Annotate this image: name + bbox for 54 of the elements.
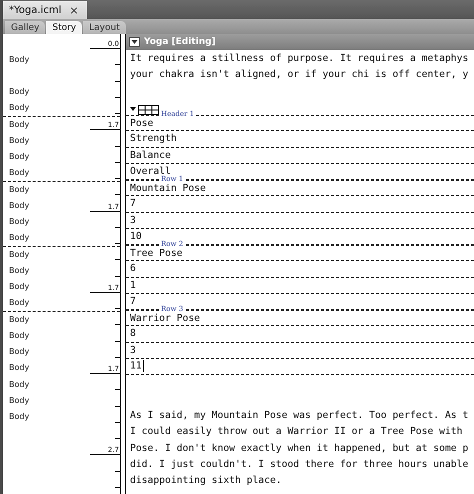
paragraph-style-label: Body bbox=[8, 120, 30, 130]
story-text-line: Pose. I don't know exactly when it happened, but at some p bbox=[130, 442, 468, 454]
table-cell-text: Overall bbox=[130, 166, 171, 177]
table-cell-text: 3 bbox=[130, 344, 136, 356]
view-tab[interactable]: Story bbox=[46, 21, 82, 34]
collapse-triangle-icon[interactable] bbox=[129, 37, 140, 47]
table-cell-text: Mountain Pose bbox=[130, 182, 206, 194]
view-tab[interactable]: Galley bbox=[5, 21, 46, 34]
table-cell-text: Warrior Pose bbox=[130, 312, 200, 324]
table-cell-text: 7 bbox=[130, 296, 136, 307]
view-tab[interactable]: Layout bbox=[83, 21, 126, 34]
table-cell-text: Strength bbox=[130, 133, 177, 144]
paragraph-style-label: Body bbox=[8, 266, 30, 275]
paragraph-style-label: Body bbox=[8, 412, 30, 422]
table-icon[interactable] bbox=[130, 104, 160, 115]
paragraph-style-label: Body bbox=[8, 103, 30, 112]
paragraph-style-label: Body bbox=[8, 87, 30, 96]
paragraph-style-label: Body bbox=[8, 217, 30, 226]
paragraph-style-label: Body bbox=[8, 54, 30, 64]
table-cell-text: Tree Pose bbox=[130, 248, 182, 259]
paragraph-style-label: Body bbox=[8, 282, 30, 292]
story-text-line: your chakra isn't aligned, or if your chi is off center, y bbox=[130, 68, 468, 80]
paragraph-style-label: Body bbox=[8, 152, 30, 162]
table-cell-text: Balance bbox=[130, 150, 171, 161]
paragraph-style-label: Body bbox=[8, 330, 30, 340]
paragraph-style-label: Body bbox=[8, 298, 30, 308]
story-title: Yoga [Editing] bbox=[144, 37, 216, 47]
table-cell-text: 11 bbox=[130, 360, 144, 372]
story-text-line: As I said, my Mountain Pose was perfect. Too perfect. As t bbox=[130, 410, 468, 422]
close-icon[interactable]: × bbox=[69, 4, 79, 16]
paragraph-style-label: Body bbox=[8, 315, 30, 324]
story-text-line: I could easily throw out a Warrior II or a Tree Pose with bbox=[130, 426, 462, 438]
story-text-line: disappointing sixth place. bbox=[130, 475, 282, 486]
table-cell-text: 10 bbox=[130, 230, 142, 242]
story-text-line: It requires a stillness of purpose. It requires a metaphys bbox=[130, 52, 468, 64]
table-cell-text: 7 bbox=[130, 198, 136, 210]
paragraph-style-label: Body bbox=[8, 233, 30, 242]
paragraph-style-label: Body bbox=[8, 250, 30, 260]
paragraph-style-label: Body bbox=[8, 136, 30, 145]
table-cell-text: 6 bbox=[130, 263, 136, 274]
table-cell-text: Pose bbox=[130, 118, 154, 129]
paragraph-style-label: Body bbox=[8, 168, 30, 178]
document-title: *Yoga.icml bbox=[9, 4, 62, 16]
story-text-line: did. I just couldn't. I stood there for three hours unable bbox=[130, 458, 468, 470]
table-cell-text: 3 bbox=[130, 214, 136, 226]
table-cell-text: 1 bbox=[130, 280, 136, 291]
document-tab[interactable]: *Yoga.icml × bbox=[3, 1, 87, 19]
paragraph-style-label: Body bbox=[8, 347, 30, 356]
paragraph-style-label: Body bbox=[8, 396, 30, 405]
paragraph-style-label: Body bbox=[8, 200, 30, 210]
paragraph-style-label: Body bbox=[8, 380, 30, 389]
paragraph-style-label: Body bbox=[8, 363, 30, 372]
table-cell-text: 8 bbox=[130, 328, 136, 340]
paragraph-style-label: Body bbox=[8, 185, 30, 194]
